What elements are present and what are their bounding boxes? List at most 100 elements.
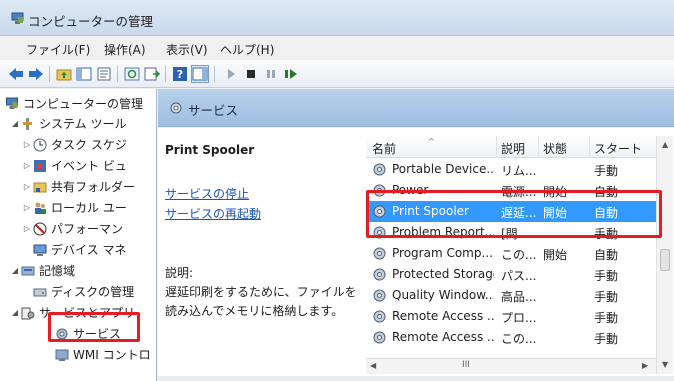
back-button[interactable] [7, 65, 25, 83]
description-label: 説明: [165, 266, 194, 280]
service-name-cell: Quality Window... [392, 288, 494, 302]
help-icon: ? [173, 67, 187, 81]
scroll-down-icon[interactable]: ▼ [662, 360, 668, 369]
start-service-button[interactable] [222, 65, 240, 83]
service-row[interactable]: Program Comp... この... 開始 自動 [366, 243, 656, 264]
refresh-button[interactable] [123, 65, 141, 83]
menu-file[interactable]: ファイル(F) [26, 41, 90, 58]
sort-arrow-icon: ^ [428, 137, 435, 146]
service-description-cell: 高品... [501, 290, 537, 304]
tools-icon [23, 117, 32, 130]
expand-arrow-icon[interactable]: ▷ [22, 224, 32, 233]
collapse-arrow-icon[interactable]: ◢ [10, 119, 20, 128]
computer-management-icon [6, 97, 18, 109]
device-manager-icon [33, 244, 47, 256]
list-header: 名前 ^ 説明 状態 スタート [366, 136, 656, 158]
horizontal-scrollbar[interactable]: ◀ III ▶ [366, 358, 656, 374]
forward-button[interactable] [27, 65, 45, 83]
expand-arrow-icon[interactable]: ▷ [22, 161, 32, 170]
tree-item-root[interactable]: コンピューターの管理 [4, 93, 143, 114]
service-row[interactable]: Remote Access ... プロ... 手動 [366, 306, 656, 327]
service-row[interactable]: Protected Storage パス... 手動 [366, 264, 656, 285]
gear-icon [170, 102, 182, 114]
stop-service-button[interactable] [242, 65, 260, 83]
folder-up-icon [56, 69, 72, 81]
title-bar: コンピューターの管理 [0, 0, 674, 36]
collapse-arrow-icon[interactable]: ◢ [10, 308, 20, 317]
services-header: サービス [158, 89, 674, 127]
gear-icon [373, 310, 386, 323]
window-title: コンピューターの管理 [28, 14, 154, 29]
play-icon [228, 69, 235, 79]
properties-icon [97, 67, 111, 81]
scroll-up-icon[interactable]: ▲ [662, 140, 668, 149]
expand-arrow-icon[interactable]: ▷ [22, 203, 32, 212]
menu-view[interactable]: 表示(V) [166, 41, 208, 58]
pause-icon [267, 70, 275, 78]
restart-service-button[interactable] [282, 65, 300, 83]
restart-icon [285, 69, 297, 79]
up-folder-button[interactable] [55, 65, 73, 83]
service-startup-cell: 手動 [594, 332, 619, 346]
service-row[interactable]: Portable Device... リム... 手動 [366, 159, 656, 180]
scroll-thumb[interactable] [660, 249, 670, 271]
highlight-box-services [48, 312, 140, 342]
refresh-icon [124, 67, 140, 81]
help-button[interactable]: ? [171, 65, 189, 83]
column-name[interactable]: 名前 [372, 140, 396, 157]
gear-icon [373, 331, 386, 344]
scroll-grip[interactable]: III [462, 360, 470, 370]
column-description[interactable]: 説明 [501, 140, 525, 157]
arrow-right-icon [29, 68, 43, 80]
status-bar [158, 376, 674, 381]
service-name-cell: Protected Storage [392, 267, 494, 281]
expand-arrow-icon[interactable]: ▷ [22, 182, 32, 191]
properties-button[interactable] [95, 65, 113, 83]
gear-icon [373, 268, 386, 281]
content-pane: Print Spooler サービスの停止 サービスの再起動 説明: 遅延印刷を… [158, 128, 674, 381]
service-row[interactable]: Quality Window... 高品... 手動 [366, 285, 656, 306]
service-description-cell: パス... [501, 269, 537, 283]
tree-item-task-scheduler[interactable]: ▷ タスク スケジ [22, 134, 127, 155]
service-detail-panel: Print Spooler サービスの停止 サービスの再起動 説明: 遅延印刷を… [158, 128, 363, 381]
tree-item-shared-folders[interactable]: ▷ 共有フォルダー [22, 176, 135, 197]
expand-arrow-icon[interactable]: ▷ [22, 140, 32, 149]
tree-item-system-tools[interactable]: ◢ システム ツール [10, 113, 127, 134]
stop-service-link[interactable]: サービスの停止 [165, 185, 249, 202]
tree-item-performance[interactable]: ▷ パフォーマン [22, 218, 123, 239]
export-button[interactable] [143, 65, 161, 83]
pause-service-button[interactable] [262, 65, 280, 83]
header-title: サービス [188, 103, 239, 118]
gear-icon [373, 163, 386, 176]
menu-help[interactable]: ヘルプ(H) [220, 41, 274, 58]
scroll-right-icon[interactable]: ▶ [642, 361, 648, 370]
show-action-pane-button[interactable] [191, 65, 209, 83]
column-startup[interactable]: スタート [594, 140, 642, 157]
service-description-cell: この... [501, 248, 537, 262]
console-tree-icon [76, 67, 92, 81]
menu-action[interactable]: 操作(A) [104, 41, 146, 58]
tree-item-local-users[interactable]: ▷ ローカル ユー [22, 197, 127, 218]
service-description-cell: リム... [501, 164, 537, 178]
show-tree-button[interactable] [75, 65, 93, 83]
tree-item-disk-management[interactable]: ディスクの管理 [32, 281, 134, 302]
tree-item-wmi[interactable]: WMI コントロ [54, 344, 151, 365]
scroll-left-icon[interactable]: ◀ [370, 361, 376, 370]
description-text: 遅延印刷をするために、ファイルを読み込んでメモリに格納します。 [165, 285, 357, 318]
restart-service-link[interactable]: サービスの再起動 [165, 205, 261, 222]
column-status[interactable]: 状態 [543, 140, 567, 157]
service-description-cell: この... [501, 332, 537, 346]
tree-item-storage[interactable]: ◢ 記憶域 [10, 260, 75, 281]
tree-item-device-manager[interactable]: デバイス マネ [32, 239, 126, 260]
menu-bar: ファイル(F) 操作(A) 表示(V) ヘルプ(H) [0, 37, 674, 59]
service-name-cell: Remote Access ... [392, 309, 494, 323]
vertical-scrollbar[interactable]: ▲ ▼ [656, 136, 673, 374]
tree-item-event-viewer[interactable]: ▷ イベント ビュ [22, 155, 127, 176]
services-apps-icon [21, 307, 35, 319]
service-name-cell: Program Comp... [392, 246, 493, 260]
disk-icon [33, 288, 47, 296]
service-row[interactable]: Remote Access ... この... 手動 [366, 327, 656, 348]
collapse-arrow-icon[interactable]: ◢ [10, 266, 20, 275]
gear-icon [373, 289, 386, 302]
wmi-icon [55, 349, 69, 361]
